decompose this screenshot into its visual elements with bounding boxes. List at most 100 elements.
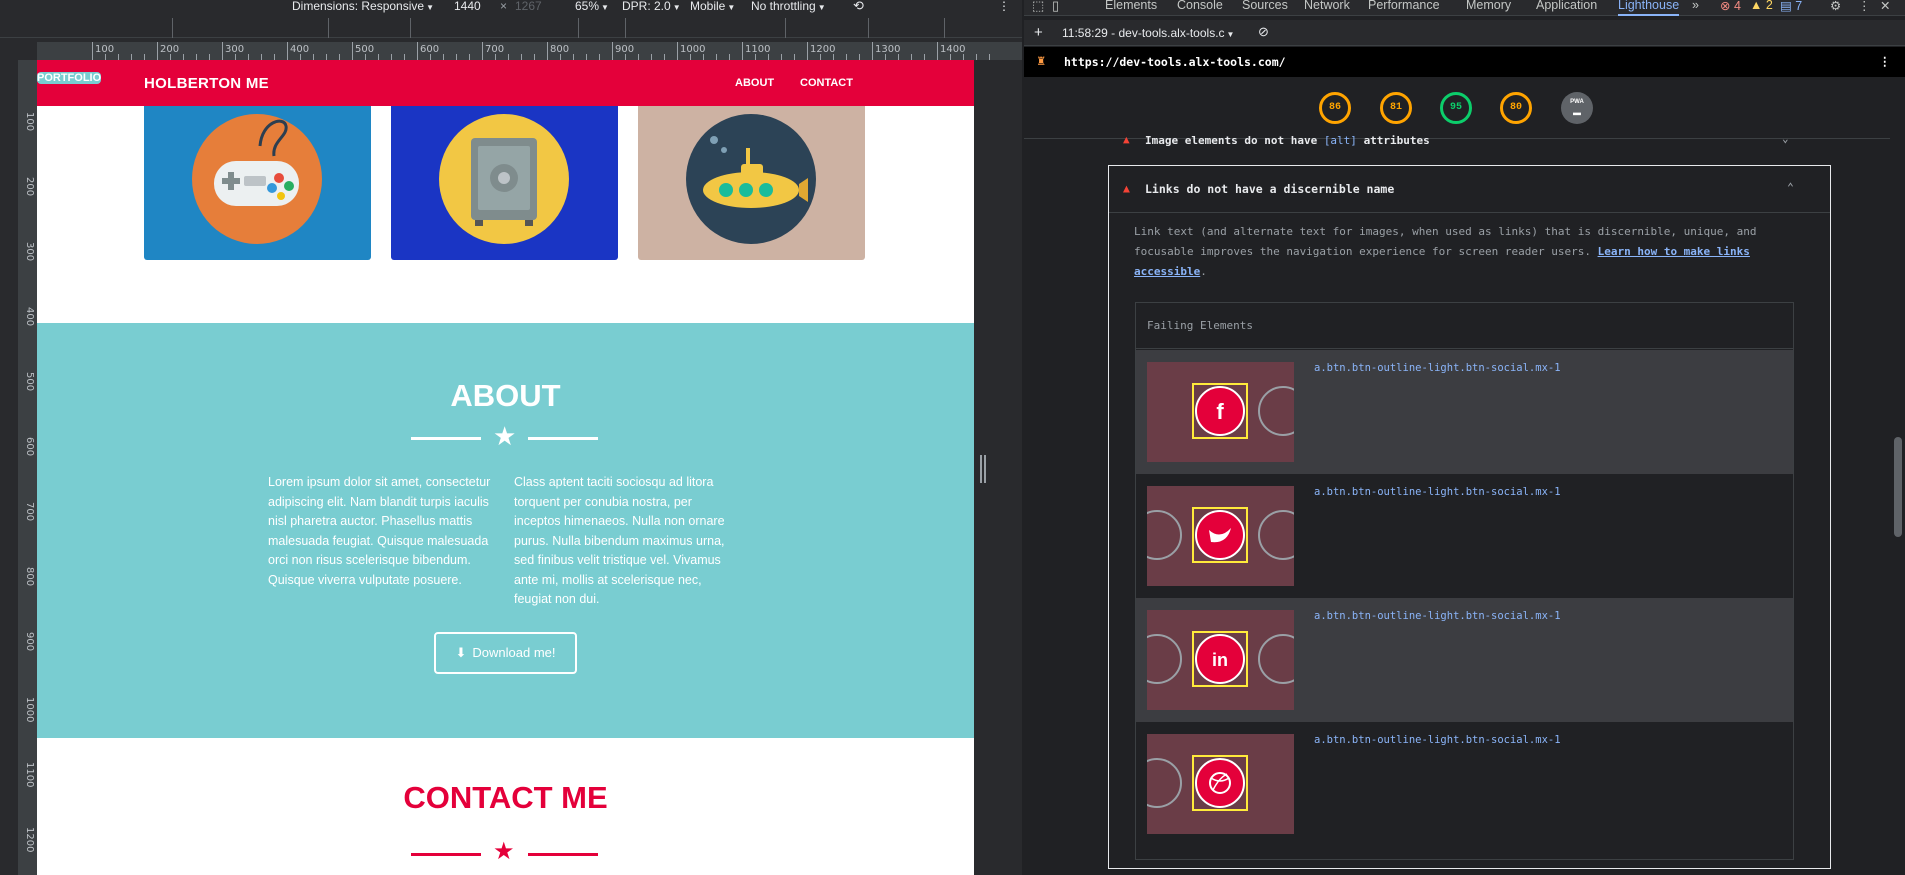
settings-icon[interactable]: ⚙ [1830,0,1841,13]
media-query-bar [0,18,1022,38]
report-url[interactable]: https://dev-tools.alx-tools.com/ [1064,55,1286,69]
star-icon-contact: ★ [493,838,515,865]
nav-contact-link[interactable]: CONTACT [800,77,853,89]
throttling-dropdown[interactable]: No throttling ▼ [751,0,826,14]
element-selector[interactable]: a.btn.btn-outline-light.btn-social.mx-1 [1314,362,1561,374]
performance-score[interactable]: 86 [1319,92,1351,124]
failing-row[interactable]: a.btn.btn-outline-light.btn-social.mx-1 [1136,474,1793,598]
viewport-resize-handle[interactable] [980,455,986,483]
ruler-label: 1000 [24,697,35,723]
element-selector[interactable]: a.btn.btn-outline-light.btn-social.mx-1 [1314,610,1561,622]
ruler-label: 300 [24,242,35,262]
tab-memory[interactable]: Memory [1466,0,1511,12]
close-devtools-icon[interactable]: ✕ [1880,0,1890,13]
element-selector[interactable]: a.btn.btn-outline-light.btn-social.mx-1 [1314,734,1561,746]
pwa-label: PWA [1570,99,1584,105]
chevron-up-icon[interactable]: ⌃ [1787,180,1794,194]
about-divider-right [528,437,598,440]
message-count[interactable]: ▤ 7 [1780,0,1802,13]
clear-icon[interactable]: ⊘ [1258,24,1269,40]
svg-text:f: f [1216,399,1224,424]
element-selector[interactable]: a.btn.btn-outline-light.btn-social.mx-1 [1314,486,1561,498]
tab-console[interactable]: Console [1177,0,1223,12]
portfolio-item-submarine[interactable] [638,106,865,260]
element-screenshot: in [1147,610,1294,710]
best-practices-score[interactable]: 95 [1440,92,1472,124]
warning-count[interactable]: ▲ 2 [1750,0,1773,12]
times-sign: × [500,0,508,13]
report-selector[interactable]: 11:58:29 - dev-tools.alx-tools.c ▼ [1062,26,1234,40]
failing-row[interactable]: f a.btn.btn-outline-light.btn-social.mx-… [1136,350,1793,474]
about-title: ABOUT [450,378,561,413]
chevron-down-icon[interactable]: ⌄ [1782,132,1789,145]
tab-sources[interactable]: Sources [1242,0,1288,12]
tab-elements[interactable]: Elements [1105,0,1157,12]
contact-divider-left [411,853,481,856]
about-text-right: Class aptent taciti sociosqu ad litora t… [514,475,725,606]
ruler-label: 200 [24,177,35,197]
nav-portfolio-link[interactable]: PORTFOLIO [37,72,102,84]
site-brand[interactable]: HOLBERTON ME [144,75,269,92]
seo-score[interactable]: 80 [1500,92,1532,124]
ruler-label: 1300 [875,44,901,55]
inspect-icon[interactable]: ⬚ [1032,0,1044,14]
lighthouse-logo-icon: ♜ [1037,53,1046,69]
device-toggle-icon[interactable]: ▯ [1052,0,1059,14]
rotate-icon[interactable]: ⟲ [853,0,864,12]
gamepad-illustration [192,114,322,244]
report-menu-icon[interactable]: ⋮ [1879,54,1891,68]
width-input[interactable]: 1440 [454,0,481,12]
about-section: ABOUT ★ Lorem ipsum dolor sit amet, cons… [37,323,974,738]
portfolio-item-safe[interactable] [391,106,618,260]
device-type-dropdown[interactable]: Mobile ▼ [690,0,735,14]
devtools-menu-icon[interactable]: ⋮ [1858,0,1871,13]
portfolio-item-gamepad[interactable] [144,106,371,260]
device-emulation-pane: Dimensions: Responsive ▼ 1440 × 1267 65% ▼… [0,0,1022,875]
error-count[interactable]: ⊗ 4 [1720,0,1741,13]
about-divider-left [411,437,481,440]
horizontal-ruler: 100 200 300 400 500 600 700 800 900 1000 1100 1200 1… [37,42,1022,60]
more-options-icon[interactable]: ⋮ [998,0,1010,12]
element-screenshot [1147,734,1294,834]
tab-performance[interactable]: Performance [1368,0,1440,12]
scrollbar-thumb[interactable] [1894,437,1902,537]
audit-link-name: ▲ Links do not have a discernible name ⌃… [1108,165,1831,869]
tab-lighthouse[interactable]: Lighthouse [1618,0,1680,16]
svg-text:in: in [1212,650,1228,670]
accessibility-score[interactable]: 81 [1380,92,1412,124]
dimensions-dropdown[interactable]: Dimensions: Responsive ▼ [292,0,434,14]
more-tabs-icon[interactable]: » [1692,0,1699,12]
failing-elements-table: Failing Elements f a.btn.btn-outline-lig… [1135,302,1794,860]
ruler-label: 900 [24,632,35,652]
tab-application[interactable]: Application [1536,0,1597,12]
report-url-bar: ♜ https://dev-tools.alx-tools.com/ ⋮ [1024,47,1905,77]
dpr-dropdown[interactable]: DPR: 2.0 ▼ [622,0,681,14]
ruler-label: 1200 [24,827,35,853]
fail-triangle-icon: ▲ [1123,181,1130,195]
download-button[interactable]: ⬇ Download me! [434,632,577,674]
element-screenshot [1147,486,1294,586]
height-input[interactable]: 1267 [515,0,542,12]
audit-header[interactable]: ▲ Links do not have a discernible name ⌃ [1109,166,1830,213]
failing-row[interactable]: in a.btn.btn-outline-light.btn-social.mx… [1136,598,1793,722]
nav-about-link[interactable]: ABOUT [735,77,774,89]
submarine-illustration [686,114,816,244]
zoom-dropdown[interactable]: 65% ▼ [575,0,609,14]
download-label: Download me! [472,645,556,660]
audit-image-alt[interactable]: ▲ Image elements do not have [alt] attri… [1024,130,1905,155]
page-viewport: HOLBERTON ME PORTFOLIO ABOUT CONTACT ABO… [37,60,974,875]
ruler-label: 1200 [810,44,836,55]
devtools-scrollbar[interactable] [1890,80,1905,875]
device-toolbar: Dimensions: Responsive ▼ 1440 × 1267 65% ▼… [0,0,1022,14]
about-text-left: Lorem ipsum dolor sit amet, consectetur … [268,475,491,587]
ruler-label: 500 [24,372,35,392]
failing-elements-header: Failing Elements [1136,303,1793,349]
tab-network[interactable]: Network [1304,0,1350,12]
failing-row[interactable]: a.btn.btn-outline-light.btn-social.mx-1 [1136,722,1793,846]
fail-triangle-icon: ▲ [1123,133,1130,146]
pwa-badge[interactable]: PWA ━ [1561,92,1593,124]
ruler-label: 100 [24,112,35,132]
safe-illustration [439,114,569,244]
star-icon: ★ [493,421,517,451]
new-report-icon[interactable]: + [1034,24,1043,41]
